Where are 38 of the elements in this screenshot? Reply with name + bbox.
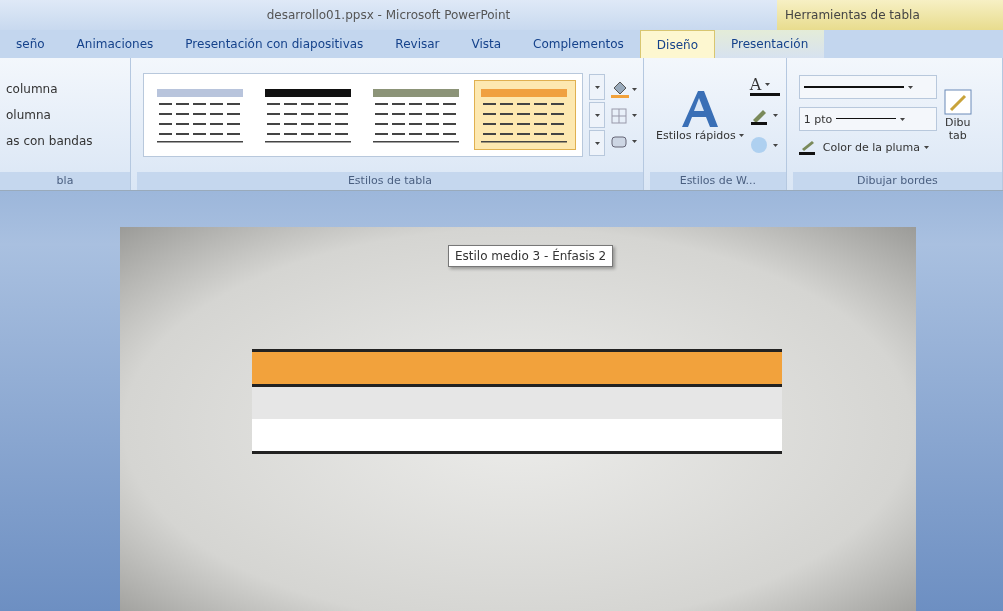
group-label: bla xyxy=(0,172,130,190)
caret-icon xyxy=(594,113,600,117)
tooltip: Estilo medio 3 - Énfasis 2 xyxy=(448,245,614,267)
draw-table-button[interactable]: Dibu tab xyxy=(942,88,973,142)
caret-icon xyxy=(765,83,771,86)
paint-bucket-icon[interactable] xyxy=(611,80,637,98)
checkbox-label[interactable]: olumna xyxy=(6,108,124,122)
line-sample-icon xyxy=(803,85,904,89)
ribbon-tab[interactable]: seño xyxy=(0,30,61,58)
group-label: Estilos de tabla xyxy=(137,172,643,190)
ribbon-tab[interactable]: Presentación con diapositivas xyxy=(169,30,380,58)
ribbon-tab[interactable]: Animaciones xyxy=(60,30,170,58)
contextual-tab-header: Herramientas de tabla xyxy=(777,0,1003,30)
caret-icon xyxy=(594,85,600,89)
ribbon-tab[interactable]: Vista xyxy=(455,30,518,58)
caret-icon xyxy=(907,85,913,89)
caret-icon xyxy=(594,141,600,145)
window-title: desarrollo01.ppsx - Microsoft PowerPoint xyxy=(265,7,512,24)
text-fill-button[interactable]: A xyxy=(749,76,780,96)
effects-icon[interactable] xyxy=(611,134,637,150)
caret-icon xyxy=(924,145,930,149)
ribbon-tab[interactable]: Complementos xyxy=(517,30,640,58)
ribbon-tab[interactable]: Revisar xyxy=(379,30,456,58)
pen-weight-dropdown[interactable]: 1 pto xyxy=(798,107,937,131)
borders-icon[interactable] xyxy=(611,108,637,124)
group-label: Dibujar bordes xyxy=(792,172,1002,190)
checkbox-label[interactable]: as con bandas xyxy=(6,134,124,148)
group-label: Estilos de W... xyxy=(650,172,786,190)
ribbon-tab[interactable]: Presentación xyxy=(715,30,825,58)
checkbox-label[interactable]: columna xyxy=(6,82,124,96)
quick-styles-button[interactable]: Estilos rápidos xyxy=(656,128,744,142)
pen-style-dropdown[interactable] xyxy=(798,75,937,99)
table-style-thumbnail[interactable] xyxy=(474,80,576,150)
line-sample-icon xyxy=(836,117,897,121)
caret-icon xyxy=(900,117,906,121)
caret-icon xyxy=(738,133,744,137)
ribbon-tab[interactable]: Diseño xyxy=(639,30,715,58)
pen-color-button[interactable]: Color de la pluma xyxy=(798,139,930,155)
